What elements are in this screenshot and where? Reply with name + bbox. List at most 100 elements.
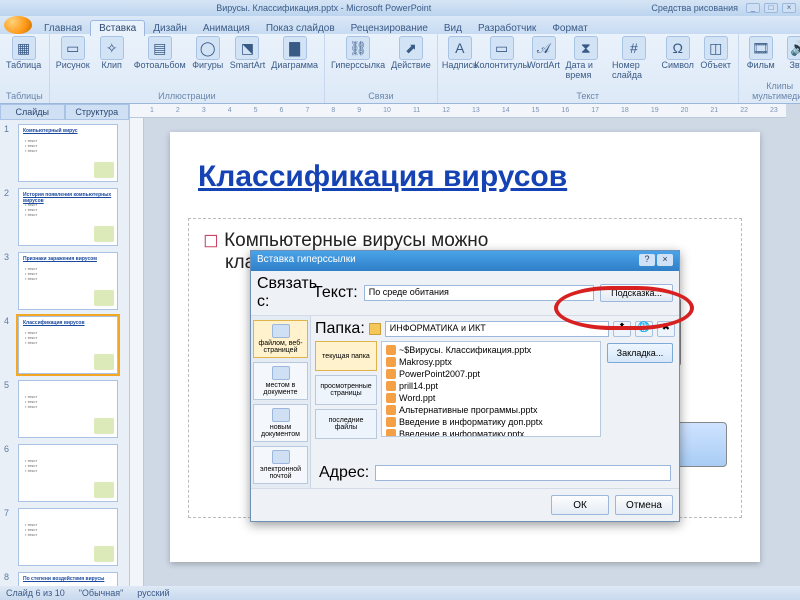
browse-scope-button[interactable]: последние файлы [315,409,377,439]
link-to-icon [272,324,290,338]
ribbon-group: ▭Рисунок✧Клип▤Фотоальбом◯Фигуры⬔SmartArt… [50,34,325,103]
фотоальбом-icon: ▤ [148,36,172,60]
ribbon-button[interactable]: ⬔SmartArt [230,36,266,70]
status-language: русский [137,588,169,598]
ribbon-group: AНадпись▭Колонтитулы𝒜WordArt⧗Дата и врем… [438,34,739,103]
дата и время-icon: ⧗ [574,36,598,60]
browse-scope-button[interactable]: текущая папка [315,341,377,371]
file-item[interactable]: Альтернативные программы.pptx [384,404,598,416]
dialog-titlebar[interactable]: Вставка гиперссылки ?× [251,251,679,271]
ribbon-button[interactable]: #Номер слайда [612,36,656,80]
ribbon-button[interactable]: 🔊Звук [783,36,800,70]
minimize-button[interactable]: _ [746,3,760,13]
диаграмма-icon: ▇ [283,36,307,60]
screentip-button[interactable]: Подсказка... [600,284,673,302]
действие-icon: ⬈ [399,36,423,60]
ribbon-button[interactable]: ⬈Действие [391,36,431,70]
link-to-label: Связать с: [257,275,307,311]
file-icon [386,369,396,379]
колонтитулы-icon: ▭ [490,36,514,60]
ribbon-button[interactable]: ⧗Дата и время [566,36,607,80]
file-icon [386,429,396,437]
up-folder-button[interactable]: ⬆ [613,321,631,337]
slides-tab[interactable]: Слайды [0,104,65,120]
display-text-input[interactable]: По среде обитания [364,285,594,301]
slide-thumbnail[interactable]: 8По степени воздействия вирусы• текст• т… [4,572,125,586]
символ-icon: Ω [666,36,690,60]
file-list[interactable]: ~$Вирусы. Классификация.pptxMakrosy.pptx… [381,341,601,437]
гиперссылка-icon: ⛓ [346,36,370,60]
clipart-image[interactable] [677,422,727,467]
file-item[interactable]: ~$Вирусы. Классификация.pptx [384,344,598,356]
ribbon-button[interactable]: 𝒜WordArt [528,36,560,70]
link-to-option[interactable]: электронной почтой [253,446,308,484]
slide-thumbnail[interactable]: 6• текст• текст• текст [4,444,125,502]
slide-thumbnail[interactable]: 7• текст• текст• текст [4,508,125,566]
browse-web-button[interactable]: 🌐 [635,321,653,337]
ribbon-group-label: Текст [444,91,732,101]
slide-thumbnail[interactable]: 2История появления компьютерных вирусов•… [4,188,125,246]
ribbon-button[interactable]: ◯Фигуры [192,36,224,70]
status-slide-number: Слайд 6 из 10 [6,588,65,598]
dialog-title: Вставка гиперссылки [257,254,356,268]
link-to-option[interactable]: файлом, веб-страницей [253,320,308,358]
slide-thumbnail[interactable]: 4Классификация вирусов• текст• текст• те… [4,316,125,374]
slide-thumbnail[interactable]: 1Компьютерный вирус• текст• текст• текст [4,124,125,182]
file-browser: Папка: ИНФОРМАТИКА и ИКТ ⬆ 🌐 ✖ текущая п… [311,316,679,488]
address-input[interactable] [375,465,671,481]
maximize-button[interactable]: □ [764,3,778,13]
slide-thumbnail[interactable]: 5• текст• текст• текст [4,380,125,438]
фигуры-icon: ◯ [196,36,220,60]
status-theme: "Обычная" [79,588,124,598]
file-item[interactable]: Введение в информатику доп.pptx [384,416,598,428]
slide-thumbnail[interactable]: 3Признаки заражения вирусом• текст• текс… [4,252,125,310]
file-item[interactable]: prill14.ppt [384,380,598,392]
slide-title[interactable]: Классификация вирусов [170,132,760,194]
office-button[interactable] [4,16,32,34]
link-to-option[interactable]: местом в документе [253,362,308,400]
dialog-close-button[interactable]: × [657,254,673,266]
file-icon [386,381,396,391]
look-in-combo[interactable]: ИНФОРМАТИКА и ИКТ [385,321,609,337]
contextual-tab-label: Средства рисования [643,3,746,13]
app-title: Вирусы. Классификация.pptx - Microsoft P… [4,3,643,13]
таблица-icon: ▦ [12,36,36,60]
ribbon-button[interactable]: 🎞Фильм [745,36,777,70]
dialog-help-button[interactable]: ? [639,254,655,266]
link-to-icon [272,450,290,464]
ok-button[interactable]: ОК [551,495,609,515]
file-item[interactable]: Введение в информатику.pptx [384,428,598,437]
объект-icon: ◫ [704,36,728,60]
ribbon-button[interactable]: ▇Диаграмма [271,36,318,70]
ribbon-button[interactable]: AНадпись [444,36,476,70]
ribbon-button[interactable]: ▦Таблица [6,36,41,70]
ribbon-button[interactable]: ▭Колонтитулы [482,36,522,70]
file-item[interactable]: PowerPoint2007.ppt [384,368,598,380]
ribbon-group-label: Таблицы [6,91,43,101]
ribbon-button[interactable]: ▤Фотоальбом [134,36,186,70]
link-to-option[interactable]: новым документом [253,404,308,442]
outline-tab[interactable]: Структура [65,104,130,120]
клип-icon: ✧ [100,36,124,60]
ribbon-button[interactable]: ⛓Гиперссылка [331,36,385,70]
ribbon-button[interactable]: ✧Клип [96,36,128,70]
delete-button[interactable]: ✖ [657,321,675,337]
ribbon-button[interactable]: ◫Объект [700,36,732,70]
ribbon-button[interactable]: ▭Рисунок [56,36,90,70]
file-icon [386,345,396,355]
ribbon: ▦ТаблицаТаблицы▭Рисунок✧Клип▤Фотоальбом◯… [0,34,800,104]
bookmark-button[interactable]: Закладка... [607,343,673,363]
browse-scope-button[interactable]: просмотренные страницы [315,375,377,405]
file-item[interactable]: Makrosy.pptx [384,356,598,368]
display-text-label: Текст: [313,284,358,302]
folder-icon [369,323,381,335]
ribbon-group-label: Иллюстрации [56,91,318,101]
link-to-icon [272,408,290,422]
фильм-icon: 🎞 [749,36,773,60]
vertical-ruler [130,118,144,586]
close-button[interactable]: × [782,3,796,13]
cancel-button[interactable]: Отмена [615,495,673,515]
file-item[interactable]: Word.ppt [384,392,598,404]
ribbon-button[interactable]: ΩСимвол [662,36,694,70]
insert-hyperlink-dialog: Вставка гиперссылки ?× Связать с: Текст:… [250,250,680,522]
